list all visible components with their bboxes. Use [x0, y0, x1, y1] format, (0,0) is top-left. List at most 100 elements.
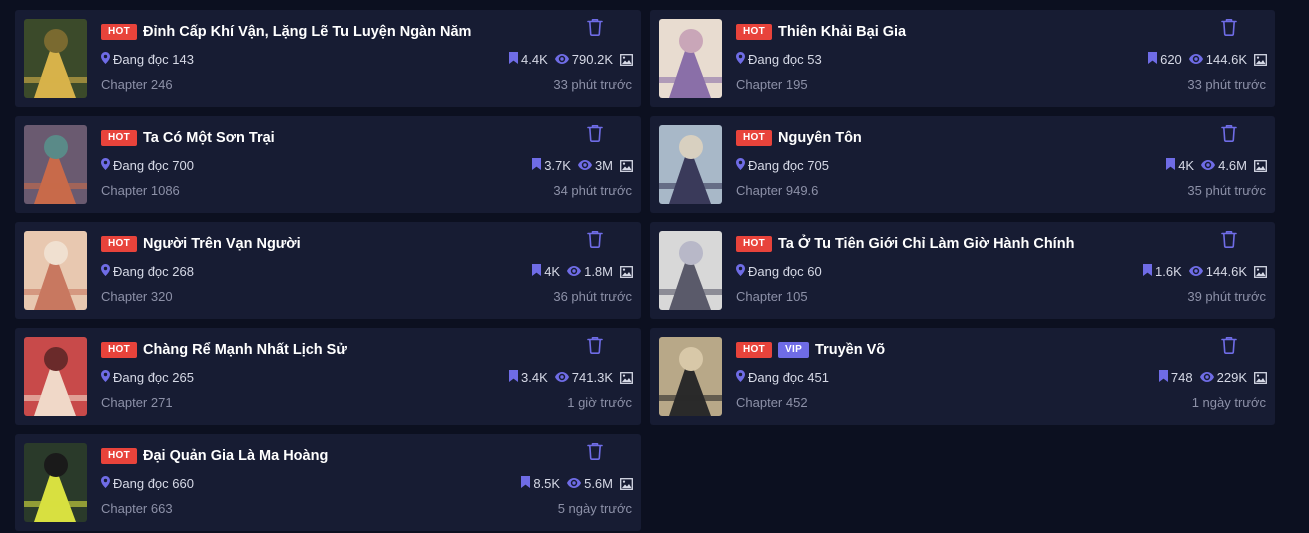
trash-icon[interactable]	[587, 442, 603, 460]
views-stat: 3M	[577, 158, 613, 173]
eye-icon	[1201, 158, 1216, 173]
history-card[interactable]: HOT Ta Ở Tu Tiên Giới Chỉ Làm Giờ Hành C…	[650, 222, 1275, 319]
stats: 3.7K 3M	[532, 158, 633, 173]
comic-title[interactable]: Đỉnh Cấp Khí Vận, Lặng Lẽ Tu Luyện Ngàn …	[143, 24, 471, 40]
hot-badge: HOT	[736, 236, 773, 252]
latest-chapter[interactable]: Chapter 271	[101, 395, 173, 410]
updated-time: 5 ngày trước	[557, 501, 632, 516]
views-stat: 790.2K	[554, 52, 613, 67]
trash-icon[interactable]	[1221, 336, 1237, 354]
cover-image[interactable]	[24, 231, 87, 310]
history-card[interactable]: HOT Người Trên Vạn Người Đang đọc 268 4K	[15, 222, 641, 319]
cover-image[interactable]	[659, 337, 722, 416]
reading-text: Đang đọc 700	[113, 158, 194, 173]
trash-icon[interactable]	[587, 230, 603, 248]
image-icon[interactable]	[1254, 53, 1267, 66]
cover-image[interactable]	[659, 125, 722, 204]
image-icon[interactable]	[620, 477, 633, 490]
latest-chapter[interactable]: Chapter 949.6	[736, 183, 818, 198]
latest-chapter[interactable]: Chapter 246	[101, 77, 173, 92]
trash-icon[interactable]	[587, 336, 603, 354]
title-row: HOT Chàng Rể Mạnh Nhất Lịch Sử	[101, 342, 347, 358]
comic-title[interactable]: Ta Có Một Sơn Trại	[143, 130, 275, 146]
latest-chapter[interactable]: Chapter 195	[736, 77, 808, 92]
history-card[interactable]: HOT VIP Truyền Võ Đang đọc 451 748 229K …	[650, 328, 1275, 425]
follows-count: 4K	[1178, 158, 1195, 173]
latest-chapter[interactable]: Chapter 663	[101, 501, 173, 516]
reading-text: Đang đọc 451	[748, 370, 829, 385]
views-stat: 4.6M	[1201, 158, 1247, 173]
history-card[interactable]: HOT Ta Có Một Sơn Trại Đang đọc 700 3.7K	[15, 116, 641, 213]
image-icon[interactable]	[1254, 265, 1267, 278]
views-stat: 144.6K	[1188, 264, 1247, 279]
latest-chapter[interactable]: Chapter 320	[101, 289, 173, 304]
latest-chapter[interactable]: Chapter 452	[736, 395, 808, 410]
comic-title[interactable]: Nguyên Tôn	[778, 130, 862, 146]
stats: 4K 4.6M	[1166, 158, 1267, 173]
stats: 3.4K 741.3K	[509, 370, 633, 385]
views-count: 5.6M	[584, 476, 613, 491]
reading-count: Đang đọc 143	[101, 52, 194, 67]
reading-text: Đang đọc 265	[113, 370, 194, 385]
views-stat: 144.6K	[1188, 52, 1247, 67]
cover-image[interactable]	[659, 231, 722, 310]
trash-icon[interactable]	[587, 124, 603, 142]
follows-count: 4.4K	[521, 52, 548, 67]
comic-title[interactable]: Truyền Võ	[815, 342, 885, 358]
trash-icon[interactable]	[1221, 124, 1237, 142]
cover-image[interactable]	[24, 19, 87, 98]
views-count: 1.8M	[584, 264, 613, 279]
image-icon[interactable]	[620, 53, 633, 66]
trash-icon[interactable]	[1221, 18, 1237, 36]
image-icon[interactable]	[1254, 159, 1267, 172]
cover-image[interactable]	[24, 337, 87, 416]
location-pin-icon	[101, 264, 110, 279]
updated-time: 33 phút trước	[553, 77, 632, 92]
cover-image[interactable]	[659, 19, 722, 98]
follows-stat: 748	[1158, 370, 1193, 385]
cover-image[interactable]	[24, 125, 87, 204]
updated-time: 36 phút trước	[553, 289, 632, 304]
trash-icon[interactable]	[587, 18, 603, 36]
updated-time: 34 phút trước	[553, 183, 632, 198]
history-card[interactable]: HOT Chàng Rể Mạnh Nhất Lịch Sử Đang đọc …	[15, 328, 641, 425]
latest-chapter[interactable]: Chapter 1086	[101, 183, 180, 198]
latest-chapter[interactable]: Chapter 105	[736, 289, 808, 304]
reading-text: Đang đọc 60	[748, 264, 822, 279]
title-row: HOT Đỉnh Cấp Khí Vận, Lặng Lẽ Tu Luyện N…	[101, 24, 471, 40]
follows-count: 3.7K	[544, 158, 571, 173]
follows-stat: 620	[1148, 52, 1182, 67]
reading-text: Đang đọc 660	[113, 476, 194, 491]
trash-icon[interactable]	[1221, 230, 1237, 248]
updated-time: 1 giờ trước	[567, 395, 632, 410]
reading-count: Đang đọc 268	[101, 264, 194, 279]
title-row: HOT Nguyên Tôn	[736, 130, 862, 146]
title-row: HOT Thiên Khải Bại Gia	[736, 24, 906, 40]
cover-image[interactable]	[24, 443, 87, 522]
history-card[interactable]: HOT Nguyên Tôn Đang đọc 705 4K 4.6M Chap…	[650, 116, 1275, 213]
image-icon[interactable]	[620, 159, 633, 172]
updated-time: 39 phút trước	[1187, 289, 1266, 304]
location-pin-icon	[736, 158, 745, 173]
bookmark-icon	[509, 52, 519, 67]
image-icon[interactable]	[1254, 371, 1267, 384]
follows-count: 748	[1170, 370, 1193, 385]
history-card[interactable]: HOT Thiên Khải Bại Gia Đang đọc 53 620 1…	[650, 10, 1275, 107]
history-card[interactable]: HOT Đại Quản Gia Là Ma Hoàng Đang đọc 66…	[15, 434, 641, 531]
comic-title[interactable]: Chàng Rể Mạnh Nhất Lịch Sử	[143, 342, 347, 358]
hot-badge: HOT	[101, 236, 138, 252]
history-card[interactable]: HOT Đỉnh Cấp Khí Vận, Lặng Lẽ Tu Luyện N…	[15, 10, 641, 107]
comic-title[interactable]: Đại Quản Gia Là Ma Hoàng	[143, 448, 328, 464]
follows-stat: 4K	[1166, 158, 1194, 173]
follows-stat: 3.7K	[532, 158, 571, 173]
comic-title[interactable]: Thiên Khải Bại Gia	[778, 24, 906, 40]
eye-icon	[1188, 52, 1203, 67]
stats: 1.6K 144.6K	[1143, 264, 1267, 279]
hot-badge: HOT	[101, 448, 138, 464]
image-icon[interactable]	[620, 371, 633, 384]
comic-title[interactable]: Người Trên Vạn Người	[143, 236, 301, 252]
image-icon[interactable]	[620, 265, 633, 278]
reading-text: Đang đọc 143	[113, 52, 194, 67]
views-count: 790.2K	[571, 52, 613, 67]
comic-title[interactable]: Ta Ở Tu Tiên Giới Chỉ Làm Giờ Hành Chính	[778, 236, 1074, 252]
